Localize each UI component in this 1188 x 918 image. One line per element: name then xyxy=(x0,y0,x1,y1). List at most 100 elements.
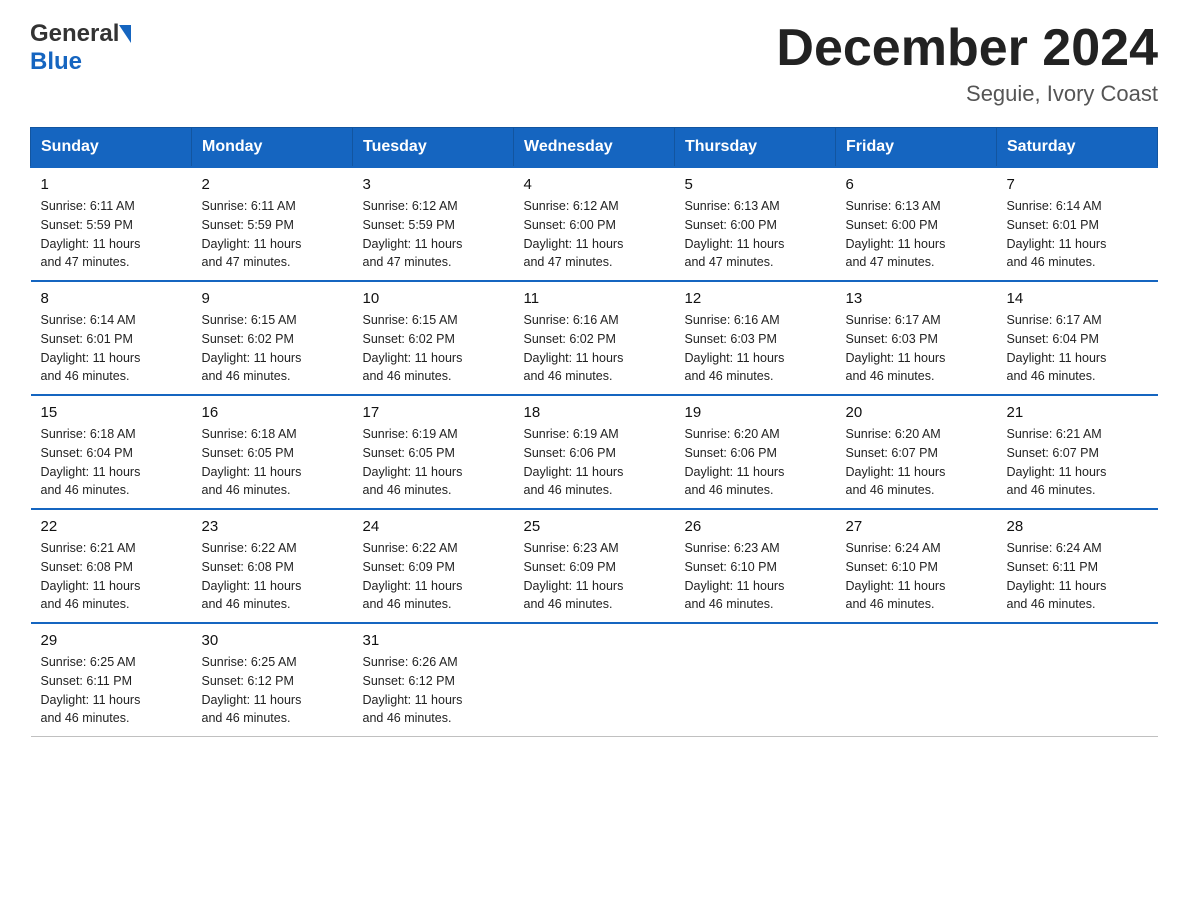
day-number: 20 xyxy=(846,404,987,421)
header-cell-tuesday: Tuesday xyxy=(353,128,514,168)
day-info: Sunrise: 6:15 AMSunset: 6:02 PMDaylight:… xyxy=(363,313,463,383)
day-info: Sunrise: 6:26 AMSunset: 6:12 PMDaylight:… xyxy=(363,655,463,725)
title-block: December 2024 Seguie, Ivory Coast xyxy=(776,20,1158,107)
day-info: Sunrise: 6:21 AMSunset: 6:07 PMDaylight:… xyxy=(1007,427,1107,497)
day-cell: 19 Sunrise: 6:20 AMSunset: 6:06 PMDaylig… xyxy=(675,395,836,509)
day-info: Sunrise: 6:22 AMSunset: 6:08 PMDaylight:… xyxy=(202,541,302,611)
day-number: 16 xyxy=(202,404,343,421)
day-cell: 17 Sunrise: 6:19 AMSunset: 6:05 PMDaylig… xyxy=(353,395,514,509)
day-cell: 13 Sunrise: 6:17 AMSunset: 6:03 PMDaylig… xyxy=(836,281,997,395)
day-number: 9 xyxy=(202,290,343,307)
day-info: Sunrise: 6:15 AMSunset: 6:02 PMDaylight:… xyxy=(202,313,302,383)
day-info: Sunrise: 6:12 AMSunset: 6:00 PMDaylight:… xyxy=(524,199,624,269)
day-cell: 8 Sunrise: 6:14 AMSunset: 6:01 PMDayligh… xyxy=(31,281,192,395)
week-row: 15 Sunrise: 6:18 AMSunset: 6:04 PMDaylig… xyxy=(31,395,1158,509)
day-info: Sunrise: 6:12 AMSunset: 5:59 PMDaylight:… xyxy=(363,199,463,269)
header-cell-monday: Monday xyxy=(192,128,353,168)
logo-arrow xyxy=(119,25,131,43)
day-info: Sunrise: 6:21 AMSunset: 6:08 PMDaylight:… xyxy=(41,541,141,611)
day-cell: 27 Sunrise: 6:24 AMSunset: 6:10 PMDaylig… xyxy=(836,509,997,623)
day-cell: 3 Sunrise: 6:12 AMSunset: 5:59 PMDayligh… xyxy=(353,167,514,281)
day-cell: 7 Sunrise: 6:14 AMSunset: 6:01 PMDayligh… xyxy=(997,167,1158,281)
day-number: 1 xyxy=(41,176,182,193)
day-cell: 4 Sunrise: 6:12 AMSunset: 6:00 PMDayligh… xyxy=(514,167,675,281)
logo-blue: Blue xyxy=(30,48,82,76)
day-info: Sunrise: 6:24 AMSunset: 6:11 PMDaylight:… xyxy=(1007,541,1107,611)
day-number: 6 xyxy=(846,176,987,193)
day-info: Sunrise: 6:20 AMSunset: 6:06 PMDaylight:… xyxy=(685,427,785,497)
day-info: Sunrise: 6:16 AMSunset: 6:03 PMDaylight:… xyxy=(685,313,785,383)
week-row: 29 Sunrise: 6:25 AMSunset: 6:11 PMDaylig… xyxy=(31,623,1158,737)
day-number: 8 xyxy=(41,290,182,307)
day-cell: 29 Sunrise: 6:25 AMSunset: 6:11 PMDaylig… xyxy=(31,623,192,737)
day-cell: 28 Sunrise: 6:24 AMSunset: 6:11 PMDaylig… xyxy=(997,509,1158,623)
day-number: 12 xyxy=(685,290,826,307)
day-cell: 31 Sunrise: 6:26 AMSunset: 6:12 PMDaylig… xyxy=(353,623,514,737)
day-cell: 22 Sunrise: 6:21 AMSunset: 6:08 PMDaylig… xyxy=(31,509,192,623)
day-cell xyxy=(675,623,836,737)
calendar-body: 1 Sunrise: 6:11 AMSunset: 5:59 PMDayligh… xyxy=(31,167,1158,737)
day-number: 31 xyxy=(363,632,504,649)
day-cell: 24 Sunrise: 6:22 AMSunset: 6:09 PMDaylig… xyxy=(353,509,514,623)
week-row: 8 Sunrise: 6:14 AMSunset: 6:01 PMDayligh… xyxy=(31,281,1158,395)
day-info: Sunrise: 6:11 AMSunset: 5:59 PMDaylight:… xyxy=(202,199,302,269)
day-cell xyxy=(997,623,1158,737)
header-cell-friday: Friday xyxy=(836,128,997,168)
day-cell: 15 Sunrise: 6:18 AMSunset: 6:04 PMDaylig… xyxy=(31,395,192,509)
day-number: 22 xyxy=(41,518,182,535)
day-cell: 6 Sunrise: 6:13 AMSunset: 6:00 PMDayligh… xyxy=(836,167,997,281)
day-cell: 2 Sunrise: 6:11 AMSunset: 5:59 PMDayligh… xyxy=(192,167,353,281)
day-info: Sunrise: 6:23 AMSunset: 6:09 PMDaylight:… xyxy=(524,541,624,611)
day-info: Sunrise: 6:18 AMSunset: 6:05 PMDaylight:… xyxy=(202,427,302,497)
day-cell: 26 Sunrise: 6:23 AMSunset: 6:10 PMDaylig… xyxy=(675,509,836,623)
day-info: Sunrise: 6:16 AMSunset: 6:02 PMDaylight:… xyxy=(524,313,624,383)
day-info: Sunrise: 6:14 AMSunset: 6:01 PMDaylight:… xyxy=(1007,199,1107,269)
day-cell: 16 Sunrise: 6:18 AMSunset: 6:05 PMDaylig… xyxy=(192,395,353,509)
day-number: 7 xyxy=(1007,176,1148,193)
day-cell: 10 Sunrise: 6:15 AMSunset: 6:02 PMDaylig… xyxy=(353,281,514,395)
day-info: Sunrise: 6:13 AMSunset: 6:00 PMDaylight:… xyxy=(685,199,785,269)
day-cell: 14 Sunrise: 6:17 AMSunset: 6:04 PMDaylig… xyxy=(997,281,1158,395)
day-number: 13 xyxy=(846,290,987,307)
main-title: December 2024 xyxy=(776,20,1158,77)
day-number: 11 xyxy=(524,290,665,307)
day-number: 26 xyxy=(685,518,826,535)
day-cell: 12 Sunrise: 6:16 AMSunset: 6:03 PMDaylig… xyxy=(675,281,836,395)
day-info: Sunrise: 6:18 AMSunset: 6:04 PMDaylight:… xyxy=(41,427,141,497)
page-header: General Blue December 2024 Seguie, Ivory… xyxy=(30,20,1158,107)
logo-top: General xyxy=(30,20,131,48)
day-cell: 21 Sunrise: 6:21 AMSunset: 6:07 PMDaylig… xyxy=(997,395,1158,509)
day-number: 27 xyxy=(846,518,987,535)
day-cell: 30 Sunrise: 6:25 AMSunset: 6:12 PMDaylig… xyxy=(192,623,353,737)
day-info: Sunrise: 6:14 AMSunset: 6:01 PMDaylight:… xyxy=(41,313,141,383)
day-number: 4 xyxy=(524,176,665,193)
day-cell: 5 Sunrise: 6:13 AMSunset: 6:00 PMDayligh… xyxy=(675,167,836,281)
day-number: 18 xyxy=(524,404,665,421)
day-number: 17 xyxy=(363,404,504,421)
day-number: 3 xyxy=(363,176,504,193)
day-info: Sunrise: 6:25 AMSunset: 6:12 PMDaylight:… xyxy=(202,655,302,725)
day-info: Sunrise: 6:19 AMSunset: 6:05 PMDaylight:… xyxy=(363,427,463,497)
logo: General Blue xyxy=(30,20,131,76)
day-info: Sunrise: 6:17 AMSunset: 6:03 PMDaylight:… xyxy=(846,313,946,383)
day-cell: 11 Sunrise: 6:16 AMSunset: 6:02 PMDaylig… xyxy=(514,281,675,395)
day-cell: 20 Sunrise: 6:20 AMSunset: 6:07 PMDaylig… xyxy=(836,395,997,509)
day-number: 15 xyxy=(41,404,182,421)
day-cell: 23 Sunrise: 6:22 AMSunset: 6:08 PMDaylig… xyxy=(192,509,353,623)
day-cell: 9 Sunrise: 6:15 AMSunset: 6:02 PMDayligh… xyxy=(192,281,353,395)
day-info: Sunrise: 6:13 AMSunset: 6:00 PMDaylight:… xyxy=(846,199,946,269)
day-info: Sunrise: 6:22 AMSunset: 6:09 PMDaylight:… xyxy=(363,541,463,611)
day-number: 10 xyxy=(363,290,504,307)
week-row: 1 Sunrise: 6:11 AMSunset: 5:59 PMDayligh… xyxy=(31,167,1158,281)
header-cell-wednesday: Wednesday xyxy=(514,128,675,168)
day-info: Sunrise: 6:25 AMSunset: 6:11 PMDaylight:… xyxy=(41,655,141,725)
logo-bottom: Blue xyxy=(30,48,131,76)
day-number: 24 xyxy=(363,518,504,535)
day-info: Sunrise: 6:17 AMSunset: 6:04 PMDaylight:… xyxy=(1007,313,1107,383)
header-row: SundayMondayTuesdayWednesdayThursdayFrid… xyxy=(31,128,1158,168)
day-info: Sunrise: 6:24 AMSunset: 6:10 PMDaylight:… xyxy=(846,541,946,611)
day-cell xyxy=(514,623,675,737)
day-cell xyxy=(836,623,997,737)
day-number: 14 xyxy=(1007,290,1148,307)
calendar-header: SundayMondayTuesdayWednesdayThursdayFrid… xyxy=(31,128,1158,168)
